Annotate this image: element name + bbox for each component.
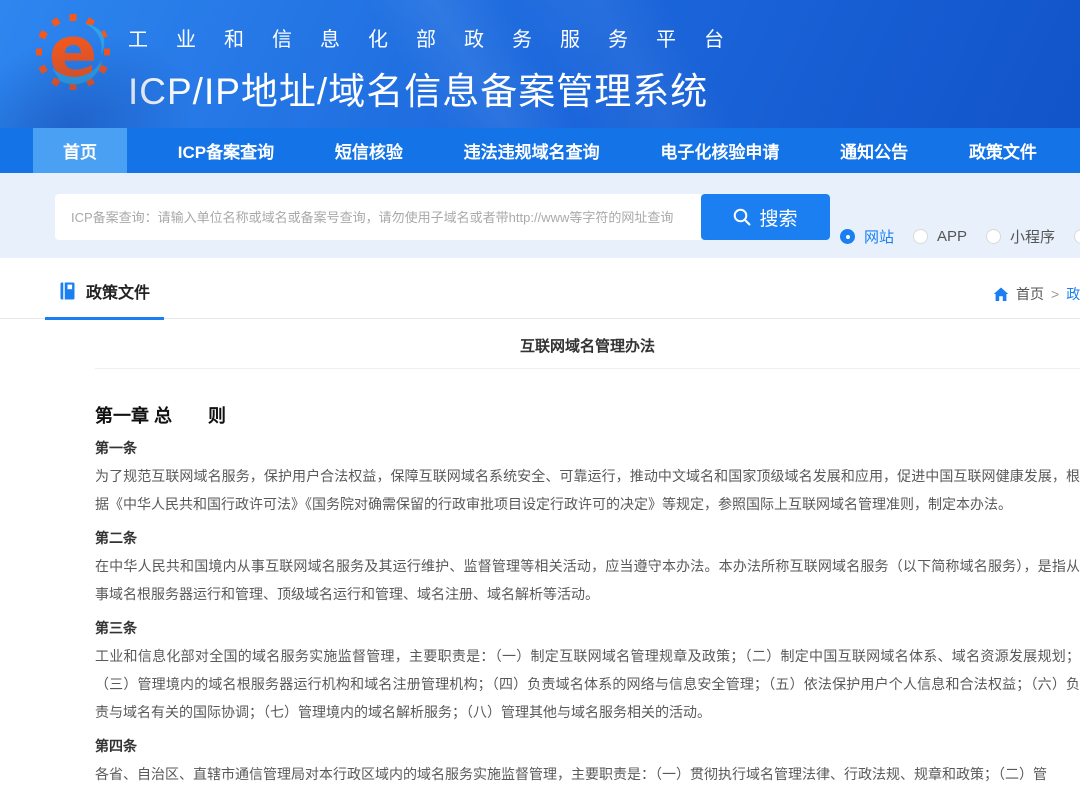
article: 第一条 为了规范互联网域名服务，保护用户合法权益，保障互联网域名系统安全、可靠运… [95,438,1080,518]
main-nav: 首页 ICP备案查询 短信核验 违法违规域名查询 电子化核验申请 通知公告 政策… [0,128,1080,173]
radio-unselected-icon [986,229,1001,244]
radio-unselected-icon [1074,229,1080,244]
policy-document: 互联网域名管理办法 第一章 总 则 第一条 为了规范互联网域名服务，保护用户合法… [95,335,1080,788]
nav-item-e-verify-apply[interactable]: 电子化核验申请 [650,128,789,173]
radio-app[interactable]: APP [913,228,967,245]
radio-quickapp[interactable]: 快应用 [1074,226,1080,247]
search-input[interactable] [55,194,701,240]
nav-item-policy-files[interactable]: 政策文件 [959,128,1047,173]
content-area: 政策文件 首页 > 政策文件 互联网域名管理办法 第一章 总 则 第一条 为了规… [0,258,1080,788]
radio-miniprogram[interactable]: 小程序 [986,226,1055,247]
search-band: 搜索 网站 APP 小程序 快应用 [0,173,1080,258]
book-icon [59,282,76,300]
magnifier-icon [733,208,751,226]
chapter-heading: 第一章 总 则 [95,402,1080,428]
article-heading: 第四条 [95,736,1080,756]
section-title-label: 政策文件 [86,279,150,303]
nav-item-sms-verify[interactable]: 短信核验 [325,128,413,173]
breadcrumb: 首页 > 政策文件 [993,284,1080,304]
nav-item-notices[interactable]: 通知公告 [830,128,918,173]
system-title: ICP/IP地址/域名信息备案管理系统 [128,61,752,115]
breadcrumb-home-link[interactable]: 首页 [1016,284,1044,304]
nav-item-icp-query[interactable]: ICP备案查询 [168,128,284,173]
page-header: e 工业和信息化部政务服务平台 ICP/IP地址/域名信息备案管理系统 [0,0,1080,128]
radio-website[interactable]: 网站 [840,226,894,247]
breadcrumb-separator: > [1051,286,1059,302]
search-type-options: 网站 APP 小程序 快应用 [840,226,1080,247]
section-title-policy-files: 政策文件 [45,279,164,320]
svg-text:e: e [49,10,98,94]
article-body: 工业和信息化部对全国的域名服务实施监督管理，主要职责是：（一）制定互联网域名管理… [95,642,1080,726]
nav-item-illegal-domain-query[interactable]: 违法违规域名查询 [454,128,610,173]
search-button-label: 搜索 [759,204,797,231]
article-heading: 第二条 [95,528,1080,548]
document-title: 互联网域名管理办法 [95,335,1080,369]
article-body: 为了规范互联网域名服务，保护用户合法权益，保障互联网域名系统安全、可靠运行，推动… [95,462,1080,518]
article-body: 各省、自治区、直辖市通信管理局对本行政区域内的域名服务实施监督管理，主要职责是：… [95,760,1080,788]
article-body: 在中华人民共和国境内从事互联网域名服务及其运行维护、监督管理等相关活动，应当遵守… [95,552,1080,608]
article: 第三条 工业和信息化部对全国的域名服务实施监督管理，主要职责是：（一）制定互联网… [95,618,1080,726]
home-icon [993,287,1009,302]
search-button[interactable]: 搜索 [701,194,830,240]
article-heading: 第三条 [95,618,1080,638]
radio-selected-icon [840,229,855,244]
article-heading: 第一条 [95,438,1080,458]
miit-logo-icon: e [36,10,110,102]
radio-unselected-icon [913,229,928,244]
article: 第二条 在中华人民共和国境内从事互联网域名服务及其运行维护、监督管理等相关活动，… [95,528,1080,608]
nav-item-home[interactable]: 首页 [33,128,127,173]
article: 第四条 各省、自治区、直辖市通信管理局对本行政区域内的域名服务实施监督管理，主要… [95,736,1080,788]
breadcrumb-current: 政策文件 [1066,284,1080,304]
section-bar: 政策文件 首页 > 政策文件 [0,258,1080,319]
platform-title: 工业和信息化部政务服务平台 [128,23,752,52]
